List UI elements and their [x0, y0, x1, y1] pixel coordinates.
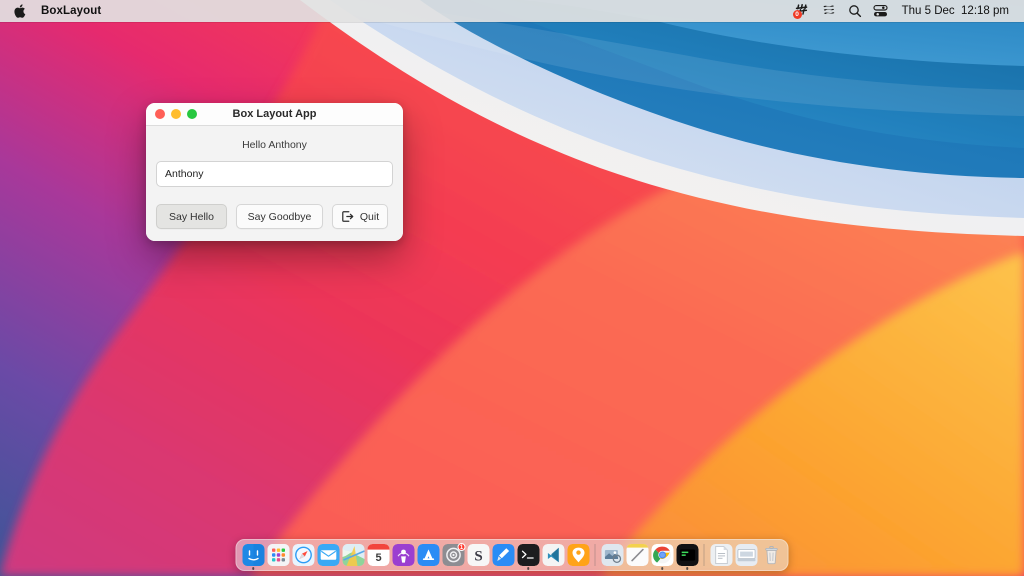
svg-text:S: S — [474, 549, 482, 565]
sublime-icon: S — [467, 544, 489, 566]
spotlight-search-icon[interactable] — [842, 0, 868, 22]
maximize-button[interactable] — [187, 109, 197, 119]
podcasts-icon — [392, 544, 414, 566]
say-goodbye-button[interactable]: Say Goodbye — [236, 204, 323, 229]
vscode-icon — [542, 544, 564, 566]
terminal-icon — [517, 544, 539, 566]
say-goodbye-label: Say Goodbye — [248, 211, 312, 223]
menu-bar[interactable]: BoxLayout 0 — [0, 0, 1024, 22]
wallpaper — [0, 0, 1024, 576]
desktop: BoxLayout 0 — [0, 0, 1024, 576]
mail-icon — [317, 544, 339, 566]
dock-item-preview[interactable] — [601, 544, 624, 567]
calendar-icon: 5 — [367, 544, 389, 566]
sign-out-icon — [341, 210, 354, 223]
button-row: Say Hello Say Goodbye Quit — [156, 204, 393, 229]
dock-item-iterm[interactable] — [676, 544, 699, 567]
window-body: Hello Anthony Say Hello Say Goodbye — [146, 126, 403, 241]
dock[interactable]: 5 — [236, 539, 789, 571]
control-center-icon[interactable] — [868, 0, 894, 22]
dock-item-maps[interactable] — [342, 544, 365, 567]
notes-icon — [626, 544, 648, 566]
menu-bar-right: 0 — [790, 0, 1024, 22]
flycut-clipboard-icon[interactable]: 0 — [790, 0, 816, 22]
dock-item-finder[interactable] — [242, 544, 265, 567]
traffic-lights — [146, 109, 197, 119]
dock-item-mail[interactable] — [317, 544, 340, 567]
documents-icon — [710, 544, 732, 566]
sourcetree-icon — [567, 544, 589, 566]
dock-item-sublime-text[interactable]: S — [467, 544, 490, 567]
maps-icon — [342, 544, 364, 566]
running-indicator — [252, 567, 255, 570]
iterm-icon — [676, 544, 698, 566]
quit-label: Quit — [360, 211, 379, 223]
menu-bar-app-name[interactable]: BoxLayout — [31, 5, 111, 17]
downloads-icon — [735, 544, 757, 566]
running-indicator — [527, 567, 530, 570]
appstore-icon — [417, 544, 439, 566]
dock-item-xcode[interactable] — [492, 544, 515, 567]
dock-item-podcasts[interactable] — [392, 544, 415, 567]
dock-item-app-store[interactable] — [417, 544, 440, 567]
launchpad-icon — [267, 544, 289, 566]
dock-item-sourcetree[interactable] — [567, 544, 590, 567]
say-hello-button[interactable]: Say Hello — [156, 204, 227, 229]
wallpaper-waves — [0, 0, 1024, 576]
svg-text:5: 5 — [375, 552, 381, 564]
apple-logo-icon[interactable] — [9, 4, 31, 18]
dock-item-trash[interactable] — [760, 544, 783, 567]
system-preferences-badge: 1 — [458, 543, 466, 551]
trash-icon — [760, 544, 782, 566]
dock-item-documents-stack[interactable] — [710, 544, 733, 567]
menu-bar-clock[interactable]: Thu 5 Dec 12:18 pm — [894, 5, 1015, 17]
chrome-icon — [651, 544, 673, 566]
safari-icon — [292, 544, 314, 566]
dock-item-notes[interactable] — [626, 544, 649, 567]
preview-icon — [601, 544, 623, 566]
running-indicator — [686, 567, 689, 570]
dock-item-launchpad[interactable] — [267, 544, 290, 567]
window-titlebar[interactable]: Box Layout App — [146, 103, 403, 126]
flycut-badge: 0 — [793, 10, 802, 19]
bartender-icon[interactable] — [816, 0, 842, 22]
name-input[interactable] — [156, 161, 393, 187]
dock-separator — [595, 544, 596, 566]
dock-item-terminal[interactable] — [517, 544, 540, 567]
close-button[interactable] — [155, 109, 165, 119]
dock-item-calendar[interactable]: 5 — [367, 544, 390, 567]
menu-bar-left: BoxLayout — [0, 4, 111, 18]
dock-separator — [704, 544, 705, 566]
dock-item-system-preferences[interactable]: 1 — [442, 544, 465, 567]
finder-icon — [242, 544, 264, 566]
xcode-icon — [492, 544, 514, 566]
dock-item-downloads-stack[interactable] — [735, 544, 758, 567]
box-layout-app-window[interactable]: Box Layout App Hello Anthony Say Hello S… — [146, 103, 403, 241]
dock-item-safari[interactable] — [292, 544, 315, 567]
minimize-button[interactable] — [171, 109, 181, 119]
say-hello-label: Say Hello — [169, 211, 214, 223]
quit-button[interactable]: Quit — [332, 204, 388, 229]
dock-item-google-chrome[interactable] — [651, 544, 674, 567]
greeting-label: Hello Anthony — [156, 137, 393, 161]
running-indicator — [661, 567, 664, 570]
dock-item-vs-code[interactable] — [542, 544, 565, 567]
